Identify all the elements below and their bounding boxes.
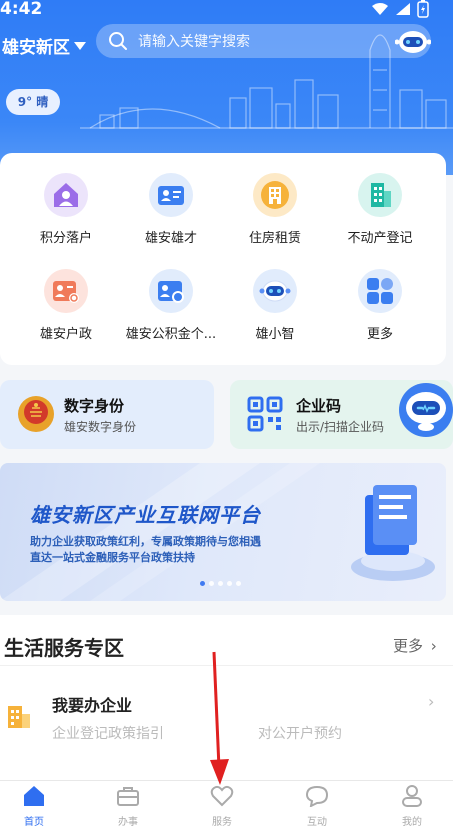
banner-line-1: 助力企业获取政策红利，专属政策期待与您相遇 [30,535,261,548]
building-icon [253,173,297,217]
briefcase-icon [117,787,139,806]
tab-affairs[interactable]: 办事 [98,785,158,827]
tab-label: 互动 [307,817,327,827]
service-grid: 积分落户 雄安雄才 住房租赁 不动产登记 雄安户政 雄安公积金个... 雄小智 … [0,153,446,365]
location-selector[interactable]: 雄安新区 [2,33,86,58]
pagination-dot[interactable] [236,581,241,586]
tab-label: 办事 [118,817,138,827]
house-person-icon [44,173,88,217]
floating-robot-assistant-icon[interactable] [396,382,453,438]
fund-card-icon [149,269,193,313]
tab-mine[interactable]: 我的 [382,785,442,827]
tab-home[interactable]: 首页 [4,785,64,827]
home-icon [24,786,44,806]
digital-id-subtitle: 雄安数字身份 [64,420,137,434]
life-services-section: 生活服务专区 更多 › 我要办企业 企业登记政策指引 对公开户预约 › [0,615,453,780]
banner-pagination [200,581,241,586]
banner-headline: 雄安新区产业互联网平台 [30,503,261,527]
status-icons [371,0,429,18]
service-label: 更多 [366,327,393,342]
service-item-household-registration[interactable]: 雄安户政 [11,269,121,342]
service-item-housing-rental[interactable]: 住房租赁 [220,173,330,246]
tab-label: 首页 [24,817,44,827]
household-register-icon [44,269,88,313]
status-bar: 4:42 [0,0,453,22]
signal-icon [396,3,410,15]
service-row-link-account[interactable]: 对公开户预约 [258,723,342,743]
server-cube-illustration [351,485,435,581]
chevron-right-icon: › [428,692,435,711]
caret-down-icon [74,41,86,50]
office-building-icon [8,706,30,728]
service-row-title: 我要办企业 [52,696,133,715]
search-placeholder: 请输入关键字搜索 [138,34,250,50]
tall-building-icon [358,173,402,217]
tab-label: 我的 [402,817,422,827]
search-bar[interactable]: 请输入关键字搜索 [96,24,431,58]
chevron-right-icon: › [430,637,437,655]
service-item-real-estate-registration[interactable]: 不动产登记 [325,173,435,246]
service-label: 雄安户政 [39,327,92,342]
robot-icon [253,269,297,313]
service-label: 积分落户 [39,231,92,246]
pagination-dot[interactable] [218,581,223,586]
location-label: 雄安新区 [2,38,70,58]
more-label: 更多 [393,637,424,655]
more-link[interactable]: 更多 › [393,635,437,656]
service-item-xiaozhi-assistant[interactable]: 雄小智 [220,269,330,342]
divider [0,665,453,666]
pagination-dot[interactable] [209,581,214,586]
enterprise-code-subtitle: 出示/扫描企业码 [296,420,385,434]
battery-icon [417,0,429,18]
service-item-housing-fund[interactable]: 雄安公积金个... [116,269,226,342]
search-icon [109,32,127,50]
more-grid-icon [358,269,402,313]
wifi-icon [372,3,388,15]
service-label: 雄小智 [255,327,295,342]
status-time: 4:42 [0,0,43,19]
pagination-dot-active[interactable] [200,581,205,586]
national-emblem-icon [18,396,54,432]
service-label: 住房租赁 [248,231,301,246]
digital-id-card[interactable]: 数字身份 雄安数字身份 [0,380,214,449]
user-icon [402,785,422,807]
robot-assistant-icon[interactable] [395,28,431,56]
tab-services[interactable]: 服务 [192,785,252,827]
section-title: 生活服务专区 [4,636,124,660]
service-item-more[interactable]: 更多 [325,269,435,342]
promo-banner[interactable]: 雄安新区产业互联网平台 助力企业获取政策红利，专属政策期待与您相遇 直达一站式金… [0,463,446,601]
service-label: 不动产登记 [347,231,413,246]
enterprise-code-title: 企业码 [296,397,342,415]
pagination-dot[interactable] [227,581,232,586]
qr-code-icon [247,396,283,432]
heart-icon [210,785,234,807]
service-item-xiongan-talent[interactable]: 雄安雄才 [116,173,226,246]
tab-label: 服务 [212,817,232,827]
banner-line-2: 直达一站式金融服务平台政策扶持 [30,551,195,564]
service-row-link-policy[interactable]: 企业登记政策指引 [52,723,164,743]
service-item-points-settlement[interactable]: 积分落户 [11,173,121,246]
service-label: 雄安雄才 [144,231,197,246]
service-label: 雄安公积金个... [125,327,217,342]
digital-id-title: 数字身份 [64,397,125,415]
chat-icon [305,785,329,808]
id-card-icon [149,173,193,217]
tab-interaction[interactable]: 互动 [287,785,347,827]
weather-badge: 9° 晴 [6,89,60,115]
bottom-tab-bar: 首页 办事 服务 互动 我的 [0,780,453,827]
